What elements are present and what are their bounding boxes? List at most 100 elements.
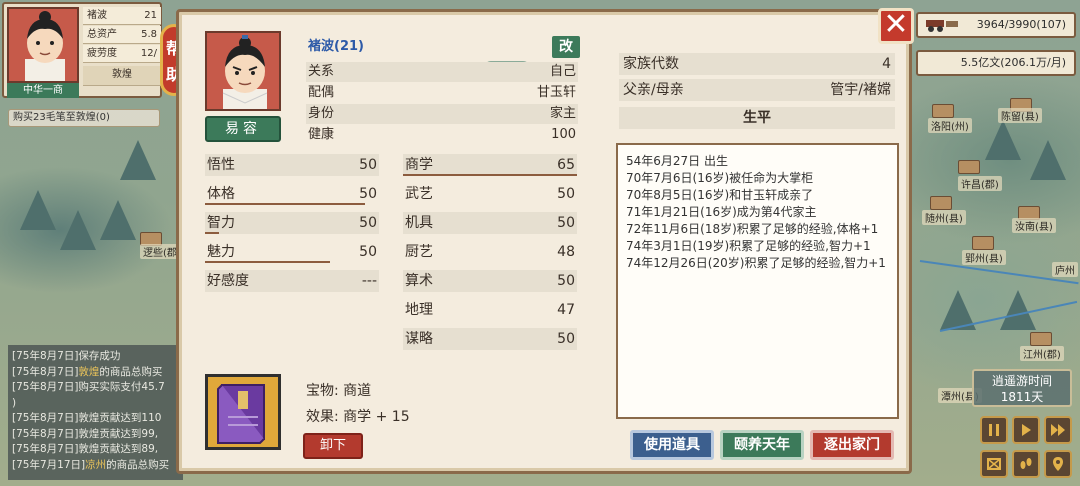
biography-entry: 72年11月6日(18岁)积累了足够的经验,体格+1 [626,222,879,236]
skill-label: 谋略 [405,331,433,347]
skill-label: 算术 [405,273,433,289]
unequip-button[interactable]: 卸下 [303,433,363,459]
player-location[interactable]: 敦煌 [83,66,161,86]
parents-row: 父亲/母亲 管宇/褚嫦 [619,79,895,101]
info-value: 甘玉轩 [536,85,576,100]
skill-row: 武艺 50 [403,183,577,205]
city-icon[interactable] [930,196,952,210]
info-value: 自己 [549,64,576,79]
rename-button[interactable]: 改 [552,36,580,58]
assets-value: 5.8 [141,29,157,40]
generations-label: 家族代数 [623,56,679,72]
mountain-icon [120,140,156,180]
attr-row: 智力 50 [205,212,379,234]
generations-value: 4 [882,56,891,72]
biography-title: 生平 [619,107,895,129]
close-button[interactable]: ✕ [878,8,914,44]
info-row-relation: 关系 自己 [306,62,578,82]
biography-entry: 74年3月1日(19岁)积累了足够的经验,智力+1 [626,239,871,253]
skill-value: 50 [557,215,575,231]
task-tracker[interactable]: 购买23毛笔至敦煌(0) [8,109,160,127]
biography-entry: 71年1月21日(16岁)成为第4代家主 [626,205,817,219]
skill-value: 65 [557,157,575,173]
play-button[interactable] [1012,416,1040,444]
map-label[interactable]: 郢州(县) [962,250,1006,265]
skill-value: 50 [557,331,575,347]
city-icon[interactable] [972,236,994,250]
map-label[interactable]: 陈留(县) [998,108,1042,123]
attr-value: 50 [359,186,377,202]
attr-label: 好感度 [207,273,249,289]
fast-forward-icon [1051,424,1065,436]
map-label[interactable]: 江州(郡) [1020,346,1064,361]
expel-button[interactable]: 逐出家门 [810,430,894,460]
disguise-button[interactable]: 易容 [205,116,281,142]
mountain-icon [20,190,56,230]
cargo-value: 3964/3990(107) [976,18,1066,31]
map-label[interactable]: 许昌(郡) [958,176,1002,191]
mountain-icon [100,200,136,240]
attr-exp-bar [205,203,366,205]
pause-icon [989,424,999,436]
skill-value: 47 [557,302,575,318]
attr-exp-bar [205,232,219,234]
retire-button[interactable]: 颐养天年 [720,430,804,460]
skill-row: 商学 65 [403,154,577,176]
mountain-icon [985,120,1021,160]
money-value: 5.5亿文(206.1万/月) [960,56,1066,69]
inventory-button[interactable] [980,450,1008,478]
city-icon[interactable] [932,104,954,118]
info-row-health: 健康 100 [306,125,578,145]
map-label[interactable]: 汝南(县) [1012,218,1056,233]
biography-list[interactable]: 54年6月27日 出生 70年7月6日(16岁)被任命为大掌柜 70年8月5日(… [616,143,899,419]
log-line: [75年8月7日]敦煌贡献达到110 [12,412,162,424]
attr-row: 魅力 50 [205,241,379,263]
message-log[interactable]: [75年8月7日]保存成功 [75年8月7日]敦煌的商品总购买 [75年8月7日… [8,345,183,480]
player-assets-row: 总资产 5.8 [83,26,161,44]
info-label: 配偶 [308,85,335,100]
log-line: ) [12,396,17,409]
money-display: 5.5亿文(206.1万/月) [916,50,1076,76]
info-value: 100 [551,127,576,142]
use-item-button[interactable]: 使用道具 [630,430,714,460]
character-name-row: 褚波(21) [306,37,578,57]
info-label: 关系 [308,64,335,79]
info-value: 家主 [549,106,576,121]
pause-button[interactable] [980,416,1008,444]
log-line: [75年8月7日]敦煌贡献达到99, [12,427,159,440]
player-avatar[interactable] [7,7,79,83]
city-icon[interactable] [958,160,980,174]
log-line: [75年7月17日]凉州的商品总购买 [12,458,170,471]
map-label[interactable]: 庐州 [1052,262,1078,277]
book-icon [217,384,265,444]
skill-row: 厨艺 48 [403,241,577,263]
assets-label: 总资产 [87,29,117,40]
map-pin-button[interactable] [1044,450,1072,478]
biography-entry: 54年6月27日 出生 [626,154,728,168]
log-line: [75年8月7日]保存成功 [12,350,121,362]
cargo-capacity[interactable]: 3964/3990(107) [916,12,1076,38]
parents-value: 管宇/褚嫦 [830,82,891,98]
leisure-time: 逍遥游时间 1811天 [972,369,1072,407]
time-value: 1811天 [1000,390,1044,404]
biography-entry: 70年8月5日(16岁)和甘玉轩成亲了 [626,188,814,202]
attr-value: 50 [359,157,377,173]
skill-exp-bar [403,174,577,176]
log-line: [75年8月7日]购买实际支付45.7 [12,381,165,393]
fast-forward-button[interactable] [1044,416,1072,444]
map-label[interactable]: 随州(县) [922,210,966,225]
travel-button[interactable] [1012,450,1040,478]
player-card[interactable]: 中华一商 褚波 21 总资产 5.8 疲劳度 12/ 敦煌 [2,2,162,98]
city-icon[interactable] [1030,332,1052,346]
biography-entry: 70年7月6日(16岁)被任命为大掌柜 [626,171,814,185]
treasure-slot[interactable] [205,374,281,450]
character-name: 褚波(21) [308,39,364,54]
attr-row: 悟性 50 [205,154,379,176]
skill-row: 谋略 50 [403,328,577,350]
player-fatigue-row: 疲劳度 12/ [83,45,161,63]
skill-row: 算术 50 [403,270,577,292]
log-line: [75年8月7日]敦煌贡献达到89, [12,443,159,455]
player-name: 褚波 [87,10,107,21]
map-label[interactable]: 洛阳(州) [928,118,972,133]
crate-icon [987,458,1001,470]
